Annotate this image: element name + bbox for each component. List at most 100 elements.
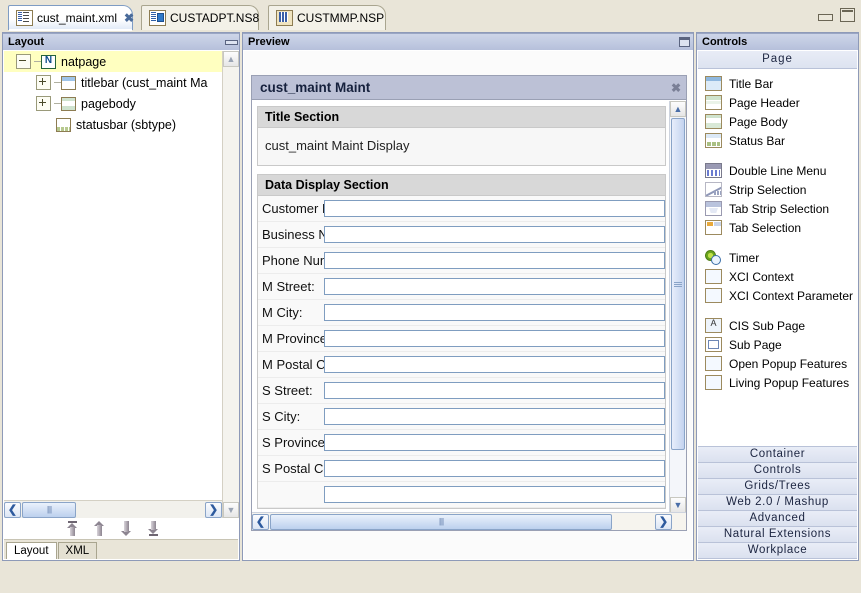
layout-vertical-scrollbar[interactable]: ▲ ▼ bbox=[222, 51, 239, 518]
form-close-icon[interactable]: ✖ bbox=[671, 81, 681, 95]
control-item-cis-sub-page[interactable]: CIS Sub Page bbox=[698, 316, 857, 335]
category-container[interactable]: Container bbox=[698, 447, 857, 463]
control-item-double-line-menu[interactable]: Double Line Menu bbox=[698, 161, 857, 180]
form-row: M Street: bbox=[258, 274, 665, 300]
category-grids-trees[interactable]: Grids/Trees bbox=[698, 479, 857, 495]
cis-sub-page-icon bbox=[705, 318, 722, 333]
editor-tab-strip: cust_maint.xml ✖ CUSTADPT.NS8 CUSTMMP.NS… bbox=[0, 0, 861, 30]
expand-toggle-icon[interactable] bbox=[36, 96, 51, 111]
move-to-top-button[interactable] bbox=[66, 521, 79, 536]
collapse-toggle-icon[interactable] bbox=[16, 54, 31, 69]
scroll-down-icon[interactable]: ▼ bbox=[223, 502, 239, 518]
control-item-label: Status Bar bbox=[729, 134, 785, 148]
form-scroll-up-icon[interactable]: ▲ bbox=[670, 101, 686, 117]
control-item-sub-page[interactable]: Sub Page bbox=[698, 335, 857, 354]
field-label: M Province: bbox=[258, 331, 324, 346]
m-postal-code-input[interactable] bbox=[324, 356, 665, 373]
category-web-2-mashup[interactable]: Web 2.0 / Mashup bbox=[698, 495, 857, 511]
control-item-label: Strip Selection bbox=[729, 183, 806, 197]
xml-file-icon bbox=[16, 10, 33, 26]
m-city-input[interactable] bbox=[324, 304, 665, 321]
layout-tree[interactable]: natpage titlebar (cust_maint Ma pagebody bbox=[4, 51, 222, 500]
tree-node-natpage[interactable]: natpage bbox=[4, 51, 222, 72]
form-scroll-right-icon[interactable]: ❯ bbox=[655, 514, 672, 530]
data-display-section: Data Display Section Customer Num Busine… bbox=[257, 174, 666, 509]
layout-panel-header: Layout bbox=[3, 33, 239, 50]
control-item-xci-context[interactable]: XCI Context bbox=[698, 267, 857, 286]
scroll-thumb[interactable]: |||| bbox=[22, 502, 76, 518]
tree-node-statusbar[interactable]: statusbar (sbtype) bbox=[4, 114, 222, 135]
category-controls[interactable]: Controls bbox=[698, 463, 857, 479]
open-popup-features-icon bbox=[705, 356, 722, 371]
editor-tab-label: cust_maint.xml bbox=[37, 11, 120, 25]
control-item-page-header[interactable]: Page Header bbox=[698, 93, 857, 112]
form-row: Business Nam bbox=[258, 222, 665, 248]
control-item-label: Living Popup Features bbox=[729, 376, 849, 390]
form-title: cust_maint Maint bbox=[260, 80, 370, 95]
tree-node-pagebody[interactable]: pagebody bbox=[4, 93, 222, 114]
field-label: M Street: bbox=[258, 279, 324, 294]
m-street-input[interactable] bbox=[324, 278, 665, 295]
editor-tab-cust-maint-xml[interactable]: cust_maint.xml ✖ bbox=[8, 5, 133, 30]
control-item-label: Open Popup Features bbox=[729, 357, 847, 371]
editor-tab-custmmp-nsp[interactable]: CUSTMMP.NSP bbox=[268, 5, 386, 30]
s-city-input[interactable] bbox=[324, 408, 665, 425]
form-scroll-thumb[interactable] bbox=[671, 118, 685, 450]
move-up-button[interactable] bbox=[93, 521, 106, 536]
form-scroll-down-icon[interactable]: ▼ bbox=[670, 497, 686, 513]
category-advanced[interactable]: Advanced bbox=[698, 511, 857, 527]
scroll-up-icon[interactable]: ▲ bbox=[223, 51, 239, 67]
category-natural-extensions[interactable]: Natural Extensions bbox=[698, 527, 857, 543]
field-label: S City: bbox=[258, 409, 324, 424]
layout-bottom-tabs: Layout XML bbox=[4, 539, 238, 559]
move-to-bottom-button[interactable] bbox=[147, 521, 160, 536]
form-vertical-scrollbar[interactable]: ▲ ▼ bbox=[669, 101, 686, 513]
control-item-open-popup-features[interactable]: Open Popup Features bbox=[698, 354, 857, 373]
tab-xml[interactable]: XML bbox=[58, 542, 98, 559]
control-item-title-bar[interactable]: Title Bar bbox=[698, 74, 857, 93]
tree-node-titlebar[interactable]: titlebar (cust_maint Ma bbox=[4, 72, 222, 93]
form-scroll-left-icon[interactable]: ❮ bbox=[252, 514, 269, 530]
titlebar-icon bbox=[61, 76, 76, 90]
editor-tab-label: CUSTADPT.NS8 bbox=[170, 11, 262, 25]
move-down-button[interactable] bbox=[120, 521, 133, 536]
control-item-strip-selection[interactable]: Strip Selection bbox=[698, 180, 857, 199]
control-item-status-bar[interactable]: Status Bar bbox=[698, 131, 857, 150]
s-province-input[interactable] bbox=[324, 434, 665, 451]
scroll-right-icon[interactable]: ❯ bbox=[205, 502, 222, 518]
close-icon[interactable]: ✖ bbox=[124, 12, 134, 24]
control-item-timer[interactable]: Timer bbox=[698, 248, 857, 267]
tab-layout[interactable]: Layout bbox=[6, 542, 57, 559]
control-item-living-popup-features[interactable]: Living Popup Features bbox=[698, 373, 857, 392]
control-item-tab-selection[interactable]: Tab Selection bbox=[698, 218, 857, 237]
expand-toggle-icon[interactable] bbox=[36, 75, 51, 90]
form-h-scroll-thumb[interactable]: |||| bbox=[270, 514, 612, 530]
control-item-page-body[interactable]: Page Body bbox=[698, 112, 857, 131]
s-street-input[interactable] bbox=[324, 382, 665, 399]
layout-minimize-icon[interactable] bbox=[225, 37, 236, 47]
control-item-xci-context-parameter[interactable]: XCI Context Parameter bbox=[698, 286, 857, 305]
control-item-tab-strip-selection[interactable]: Tab Strip Selection bbox=[698, 199, 857, 218]
editor-tab-custadpt-ns8[interactable]: CUSTADPT.NS8 bbox=[141, 5, 259, 30]
minimize-button[interactable] bbox=[818, 14, 833, 21]
maximize-button[interactable] bbox=[840, 8, 855, 22]
form-horizontal-scrollbar[interactable]: ❮ |||| ❯ bbox=[252, 512, 686, 530]
scroll-left-icon[interactable]: ❮ bbox=[4, 502, 21, 518]
m-province-input[interactable] bbox=[324, 330, 665, 347]
customer-number-input[interactable] bbox=[324, 200, 665, 217]
category-workplace[interactable]: Workplace bbox=[698, 543, 857, 559]
form-row: Phone Number bbox=[258, 248, 665, 274]
preview-maximize-icon[interactable] bbox=[679, 37, 690, 47]
next-field-input[interactable] bbox=[324, 486, 665, 503]
status-bar-icon bbox=[705, 133, 722, 148]
s-postal-code-input[interactable] bbox=[324, 460, 665, 477]
form-content: Title Section cust_maint Maint Display D… bbox=[252, 101, 670, 513]
business-name-input[interactable] bbox=[324, 226, 665, 243]
layout-horizontal-scrollbar[interactable]: ❮ |||| ❯ bbox=[4, 500, 222, 518]
phone-number-input[interactable] bbox=[324, 252, 665, 269]
controls-group-header-page[interactable]: Page bbox=[698, 51, 857, 69]
editor-tab-label: CUSTMMP.NSP bbox=[297, 11, 387, 25]
controls-group-gap bbox=[698, 305, 857, 316]
field-label: Phone Number bbox=[258, 253, 324, 268]
controls-category-list: Container Controls Grids/Trees Web 2.0 /… bbox=[698, 446, 857, 559]
